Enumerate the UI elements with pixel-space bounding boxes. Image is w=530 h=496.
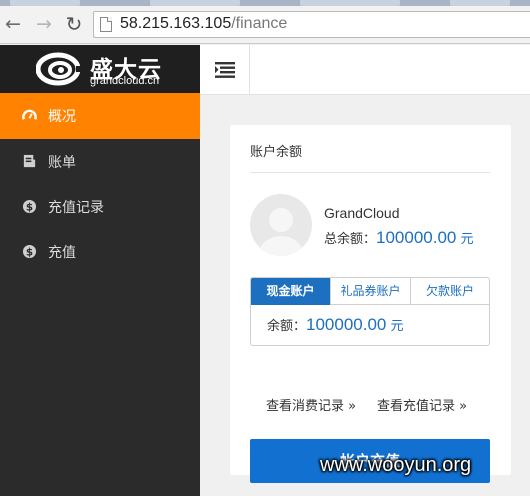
- sidebar-item-recharge-history[interactable]: $ 充值记录: [0, 184, 200, 230]
- sidebar-item-overview[interactable]: 概况: [0, 93, 200, 139]
- sidebar-item-recharge[interactable]: $ 充值: [0, 229, 200, 275]
- sidebar-item-label: 充值记录: [48, 200, 104, 216]
- balance-card: 账户余额 GrandCloud 总余额：100000.00 元 现金账户 礼品券…: [230, 125, 511, 483]
- svg-text:$: $: [26, 246, 33, 258]
- card-title: 账户余额: [250, 145, 303, 160]
- main-content: 账户余额 GrandCloud 总余额：100000.00 元 现金账户 礼品券…: [200, 96, 530, 496]
- arrow-left-icon[interactable]: ←: [2, 12, 24, 36]
- sidebar-item-bills[interactable]: 账单: [0, 139, 200, 185]
- account-tabs: 现金账户 礼品券账户 欠款账户: [251, 278, 489, 305]
- address-bar[interactable]: 58.215.163.105/finance: [93, 11, 530, 38]
- collapse-menu-icon: [215, 62, 235, 78]
- account-balance-amount: 100000.00: [306, 315, 387, 334]
- page-icon: [100, 17, 112, 32]
- dollar-icon: $: [22, 199, 37, 213]
- url-host: 58.215.163.105: [120, 15, 232, 32]
- tab-gift-voucher-account[interactable]: 礼品券账户: [331, 278, 411, 305]
- sidebar: 盛大云 grandcloud.cn 概况 账单 $ 充值记录 $ 充值: [0, 45, 200, 496]
- browser-toolbar: ← → ↻ 58.215.163.105/finance: [0, 6, 530, 44]
- main-topbar: [200, 45, 530, 95]
- account-tabs-panel: 现金账户 礼品券账户 欠款账户 余额：100000.00 元: [250, 277, 490, 346]
- svg-text:$: $: [26, 201, 33, 213]
- watermark: www.wooyun.org: [320, 454, 472, 476]
- sidebar-item-label: 账单: [48, 155, 76, 171]
- collapse-menu-button[interactable]: [200, 45, 250, 94]
- total-balance-unit: 元: [460, 232, 474, 247]
- dashboard-gauge-icon: [22, 109, 37, 120]
- view-recharge-records-link[interactable]: 查看充值记录 »: [377, 395, 467, 414]
- url-path: /finance: [231, 15, 288, 32]
- user-name: GrandCloud: [324, 205, 400, 221]
- grandcloud-logo-icon: [36, 52, 84, 86]
- tab-cash-account[interactable]: 现金账户: [251, 278, 331, 305]
- brand-logo[interactable]: 盛大云 grandcloud.cn: [0, 45, 200, 93]
- account-balance-label: 余额：: [267, 319, 307, 334]
- reload-icon[interactable]: ↻: [63, 12, 85, 36]
- brand-domain: grandcloud.cn: [90, 75, 160, 87]
- total-balance: 总余额：100000.00 元: [324, 228, 474, 248]
- total-balance-label: 总余额：: [324, 232, 377, 247]
- avatar: [250, 194, 312, 256]
- dollar-icon: $: [22, 244, 37, 258]
- account-balance-unit: 元: [390, 319, 404, 334]
- view-consumption-records-link[interactable]: 查看消费记录 »: [266, 395, 356, 414]
- total-balance-amount: 100000.00: [376, 228, 457, 247]
- account-balance: 余额：100000.00 元: [267, 315, 404, 335]
- arrow-right-icon[interactable]: →: [33, 12, 55, 36]
- divider: [250, 172, 490, 173]
- sidebar-item-label: 充值: [48, 245, 76, 261]
- sidebar-item-label: 概况: [48, 109, 76, 125]
- tab-arrears-account[interactable]: 欠款账户: [411, 278, 489, 305]
- user-avatar-icon: [259, 208, 303, 256]
- url-text[interactable]: 58.215.163.105/finance: [120, 15, 287, 33]
- bill-icon: [23, 154, 36, 168]
